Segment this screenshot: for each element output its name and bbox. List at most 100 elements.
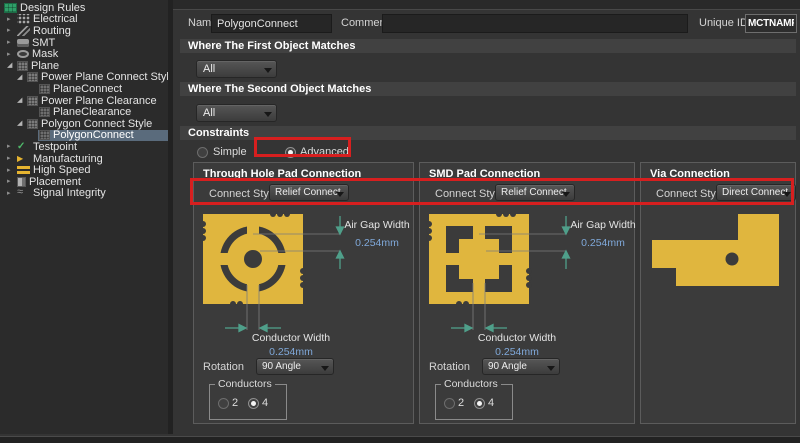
tree-item-power-plane-clearance[interactable]: Power Plane Clearance bbox=[0, 95, 168, 107]
simple-mode-radio[interactable] bbox=[197, 147, 208, 158]
tree-item-label: Plane bbox=[31, 60, 59, 72]
mask-icon bbox=[17, 50, 29, 58]
rule-icon bbox=[39, 107, 50, 117]
tree-item-manufacturing[interactable]: Manufacturing bbox=[0, 153, 168, 165]
conductors-4-radio[interactable] bbox=[474, 398, 485, 409]
chevron-right-icon[interactable] bbox=[7, 142, 16, 151]
smd-rotation-dropdown[interactable]: 90 Angle bbox=[482, 358, 560, 375]
chevron-right-icon[interactable] bbox=[7, 154, 16, 163]
electrical-icon bbox=[17, 14, 30, 24]
chevron-right-icon[interactable] bbox=[7, 166, 16, 175]
via-connection-panel: Via Connection Connect Style Direct Conn… bbox=[640, 162, 796, 424]
through-hole-pad-connection-panel: Through Hole Pad Connection Connect Styl… bbox=[193, 162, 414, 424]
conductor-width-value: 0.254mm bbox=[448, 346, 586, 358]
tree-item-label: PlaneConnect bbox=[53, 83, 122, 95]
chevron-right-icon[interactable] bbox=[7, 26, 16, 35]
conductors-2-label: 2 bbox=[458, 397, 464, 409]
routing-icon bbox=[17, 26, 30, 36]
conductor-width-label: Conductor Width bbox=[448, 332, 586, 344]
chevron-expanded-icon[interactable] bbox=[7, 61, 16, 70]
smd-pad-connection-panel: SMD Pad Connection Connect Style Relief … bbox=[419, 162, 635, 424]
via-connect-style-dropdown[interactable]: Direct Connect bbox=[716, 184, 796, 201]
manufacturing-icon bbox=[17, 154, 30, 164]
chevron-right-icon[interactable] bbox=[7, 50, 16, 59]
connect-style-label: Connect Style bbox=[435, 188, 503, 200]
tree-item-label: Testpoint bbox=[33, 141, 77, 153]
tree-item-mask[interactable]: Mask bbox=[0, 48, 168, 60]
conductors-4-label: 4 bbox=[488, 397, 494, 409]
conductors-4-radio[interactable] bbox=[248, 398, 259, 409]
unique-id-input[interactable] bbox=[745, 14, 797, 33]
second-object-scope-dropdown[interactable]: All bbox=[196, 104, 277, 122]
smd-connect-style-dropdown[interactable]: Relief Connect bbox=[495, 184, 575, 201]
air-gap-width-value: 0.254mm bbox=[342, 237, 412, 249]
conductor-width-value: 0.254mm bbox=[222, 346, 360, 358]
conductors-group: Conductors 2 4 bbox=[209, 384, 287, 420]
tree-item-label: Polygon Connect Style bbox=[41, 118, 152, 130]
rotation-label: Rotation bbox=[203, 361, 244, 373]
tree-item-high-speed[interactable]: High Speed bbox=[0, 164, 168, 176]
tree-item-planeclearance[interactable]: PlaneClearance bbox=[0, 106, 168, 118]
tree-item-label: PolygonConnect bbox=[53, 129, 134, 141]
conductors-2-radio[interactable] bbox=[444, 398, 455, 409]
bottom-strip bbox=[0, 436, 800, 443]
rule-icon bbox=[39, 84, 50, 94]
unique-id-label: Unique ID bbox=[699, 17, 748, 29]
rule-icon bbox=[39, 130, 50, 140]
tree-item-label: Power Plane Clearance bbox=[41, 95, 157, 107]
tree-item-signal-integrity[interactable]: Signal Integrity bbox=[0, 188, 168, 200]
plane-icon bbox=[17, 61, 28, 71]
air-gap-width-value: 0.254mm bbox=[568, 237, 638, 249]
design-rules-icon bbox=[4, 3, 17, 13]
tht-rotation-dropdown[interactable]: 90 Angle bbox=[256, 358, 334, 375]
rules-tree: Design Rules Electrical Routing SMT Mask… bbox=[0, 0, 168, 434]
tree-item-plane[interactable]: Plane bbox=[0, 60, 168, 72]
tree-item-polygon-connect-style[interactable]: Polygon Connect Style bbox=[0, 118, 168, 130]
conductors-4-label: 4 bbox=[262, 397, 268, 409]
tree-item-design-rules[interactable]: Design Rules bbox=[0, 2, 168, 14]
tree-item-label: Routing bbox=[33, 25, 71, 37]
smt-icon bbox=[17, 39, 29, 47]
chevron-right-icon[interactable] bbox=[7, 177, 16, 186]
rule-name-input[interactable] bbox=[211, 14, 332, 33]
tree-item-electrical[interactable]: Electrical bbox=[0, 14, 168, 26]
tree-item-routing[interactable]: Routing bbox=[0, 25, 168, 37]
chevron-right-icon[interactable] bbox=[7, 189, 16, 198]
tree-item-testpoint[interactable]: Testpoint bbox=[0, 141, 168, 153]
advanced-mode-radio[interactable] bbox=[285, 147, 296, 158]
chevron-expanded-icon[interactable] bbox=[17, 73, 26, 82]
tree-item-label: SMT bbox=[32, 37, 55, 49]
second-object-matches-header: Where The Second Object Matches bbox=[180, 82, 796, 96]
tree-item-planeconnect[interactable]: PlaneConnect bbox=[0, 83, 168, 95]
chevron-right-icon[interactable] bbox=[7, 38, 16, 47]
tree-item-power-plane-connect-style[interactable]: Power Plane Connect Style bbox=[0, 72, 168, 84]
tree-item-label: Mask bbox=[32, 48, 58, 60]
tree-item-label: Electrical bbox=[33, 13, 78, 25]
tree-item-label: Placement bbox=[29, 176, 81, 188]
conductors-2-label: 2 bbox=[232, 397, 238, 409]
chevron-expanded-icon[interactable] bbox=[17, 96, 26, 105]
panel-title: SMD Pad Connection bbox=[429, 168, 540, 180]
first-object-matches-header: Where The First Object Matches bbox=[180, 39, 796, 53]
tree-item-label: Design Rules bbox=[20, 2, 85, 14]
connect-style-label: Connect Style bbox=[209, 188, 277, 200]
signal-integrity-icon bbox=[17, 188, 30, 198]
conductors-label: Conductors bbox=[215, 378, 275, 390]
first-object-scope-dropdown[interactable]: All bbox=[196, 60, 277, 78]
chevron-expanded-icon[interactable] bbox=[17, 119, 26, 128]
connect-style-label: Connect Style bbox=[656, 188, 724, 200]
tree-item-polygonconnect[interactable]: PolygonConnect bbox=[0, 130, 168, 142]
advanced-mode-label: Advanced bbox=[300, 146, 349, 158]
tree-item-smt[interactable]: SMT bbox=[0, 37, 168, 49]
conductors-group: Conductors 2 4 bbox=[435, 384, 513, 420]
panel-title: Via Connection bbox=[650, 168, 730, 180]
placement-icon bbox=[17, 177, 26, 187]
conductors-2-radio[interactable] bbox=[218, 398, 229, 409]
tht-connect-style-dropdown[interactable]: Relief Connect bbox=[269, 184, 349, 201]
chevron-right-icon[interactable] bbox=[7, 15, 16, 24]
tree-item-placement[interactable]: Placement bbox=[0, 176, 168, 188]
comment-input[interactable] bbox=[382, 14, 688, 33]
air-gap-width-label: Air Gap Width bbox=[342, 219, 412, 231]
tree-item-label: Signal Integrity bbox=[33, 187, 106, 199]
design-rules-dialog: Design Rules Electrical Routing SMT Mask… bbox=[0, 0, 800, 443]
